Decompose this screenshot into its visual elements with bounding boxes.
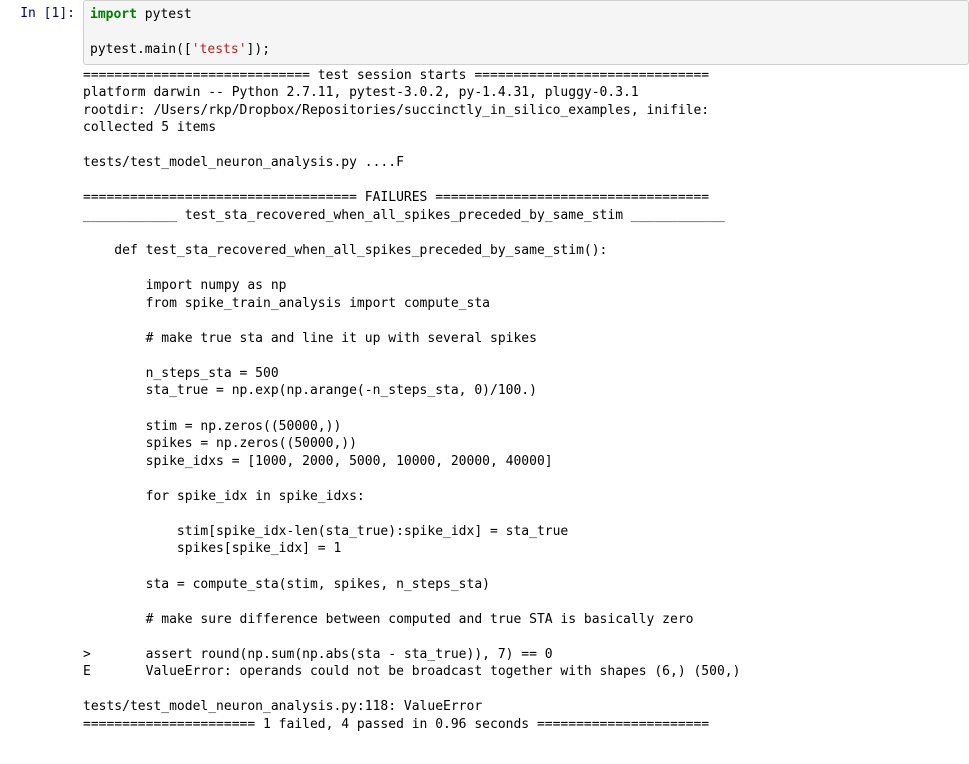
string-literal: 'tests' [192, 42, 247, 57]
call-prefix: pytest.main([ [90, 42, 192, 57]
code-line-blank [90, 24, 962, 42]
call-suffix: ]); [247, 42, 270, 57]
code-input-area[interactable]: import pytest pytest.main(['tests']); [83, 0, 969, 65]
output-area: ============================= test sessi… [83, 65, 969, 734]
code-line-1: import pytest [90, 6, 962, 24]
keyword-import: import [90, 7, 137, 22]
prompt-label: In [1]: [20, 6, 75, 21]
module-name: pytest [137, 7, 192, 22]
notebook-cell: In [1]: import pytest pytest.main(['test… [0, 0, 969, 65]
code-line-2: pytest.main(['tests']); [90, 41, 962, 59]
test-output: ============================= test sessi… [83, 67, 969, 734]
output-prompt-spacer [0, 65, 83, 734]
input-prompt: In [1]: [0, 0, 83, 65]
notebook-output-cell: ============================= test sessi… [0, 65, 969, 734]
